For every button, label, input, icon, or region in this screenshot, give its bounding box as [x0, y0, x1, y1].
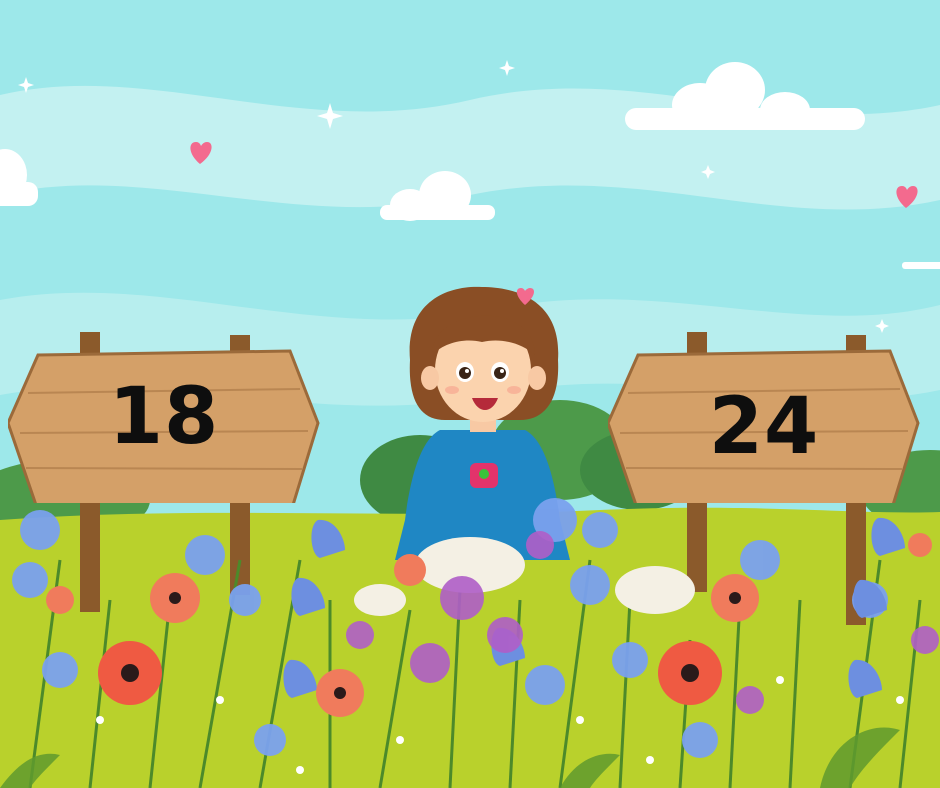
poppy-flower-icon — [150, 573, 200, 623]
wooden-sign-right[interactable]: 24 — [608, 333, 920, 503]
cornflower-icon — [612, 642, 648, 678]
cornflower-icon — [570, 565, 610, 605]
cornflower-icon — [582, 512, 618, 548]
cornflower-icon — [254, 724, 286, 756]
poppy-flower-icon — [908, 533, 932, 557]
right-sign-number: 24 — [708, 382, 820, 472]
cornflower-icon — [12, 562, 48, 598]
cornflower-icon — [185, 535, 225, 575]
cornflower-icon — [229, 584, 261, 616]
cornflower-icon — [42, 652, 78, 688]
poppy-flower-icon — [316, 669, 364, 717]
poppy-flower-icon — [394, 554, 426, 586]
poppy-flower-icon — [98, 641, 162, 705]
left-sign-number: 18 — [108, 372, 220, 462]
cornflower-icon — [682, 722, 718, 758]
cornflower-icon — [20, 510, 60, 550]
cornflower-icon — [740, 540, 780, 580]
poppy-flower-icon — [711, 574, 759, 622]
cloud-icon — [902, 262, 940, 269]
poppy-flower-icon — [658, 641, 722, 705]
poppy-flower-icon — [46, 586, 74, 614]
cornflower-icon — [525, 665, 565, 705]
wooden-sign-left[interactable]: 18 — [8, 333, 320, 503]
